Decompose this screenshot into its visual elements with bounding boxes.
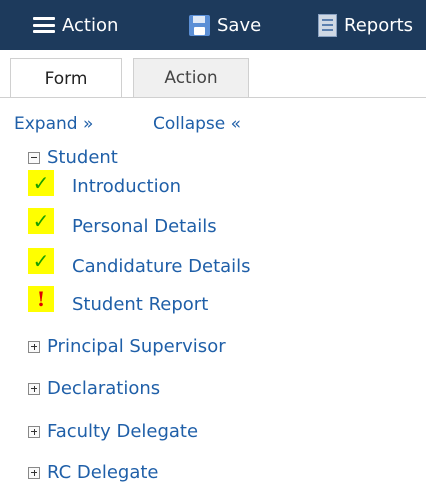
save-label: Save [217,14,262,36]
checkmark-icon: ✓ [28,248,54,274]
report-document-icon [318,13,337,37]
action-menu-button[interactable]: Action [33,0,118,50]
tree-node-label: Student [47,147,118,168]
tree-node-label: RC Delegate [47,462,159,483]
hamburger-menu-icon [33,17,55,33]
reports-button[interactable]: Reports [318,0,413,50]
tree-node-principal-supervisor[interactable]: Principal Supervisor [28,336,226,357]
action-menu-label: Action [62,14,119,36]
collapse-toggle-icon[interactable] [28,151,40,164]
tab-bar: Form Action [0,50,426,98]
tab-divider [0,97,426,98]
expand-toggle-icon[interactable] [28,340,40,353]
toolbar: Action Save Reports [0,0,426,50]
expand-toggle-icon[interactable] [28,425,40,438]
tree-node-label: Declarations [47,378,161,399]
tree-node-student[interactable]: Student [28,147,118,168]
tree-node-declarations[interactable]: Declarations [28,378,160,399]
expand-toggle-icon[interactable] [28,466,40,479]
expand-all-link[interactable]: Expand » [14,114,93,134]
reports-label: Reports [344,14,414,36]
expand-toggle-icon[interactable] [28,382,40,395]
tree-item-introduction[interactable]: Introduction [72,176,181,197]
tree-node-label: Principal Supervisor [47,336,226,357]
tree-node-faculty-delegate[interactable]: Faculty Delegate [28,421,198,442]
tree-node-label: Faculty Delegate [47,421,199,442]
tab-form[interactable]: Form [10,58,122,98]
collapse-all-link[interactable]: Collapse « [153,114,241,134]
checkmark-icon: ✓ [28,208,54,234]
floppy-disk-icon [189,14,210,36]
tab-action[interactable]: Action [133,58,249,98]
tree-item-candidature-details[interactable]: Candidature Details [72,256,251,277]
warning-exclamation-icon: ! [28,286,54,312]
save-button[interactable]: Save [189,0,261,50]
tree-item-student-report[interactable]: Student Report [72,294,208,315]
tree-item-personal-details[interactable]: Personal Details [72,216,217,237]
tree-node-rc-delegate[interactable]: RC Delegate [28,462,159,483]
checkmark-icon: ✓ [28,170,54,196]
